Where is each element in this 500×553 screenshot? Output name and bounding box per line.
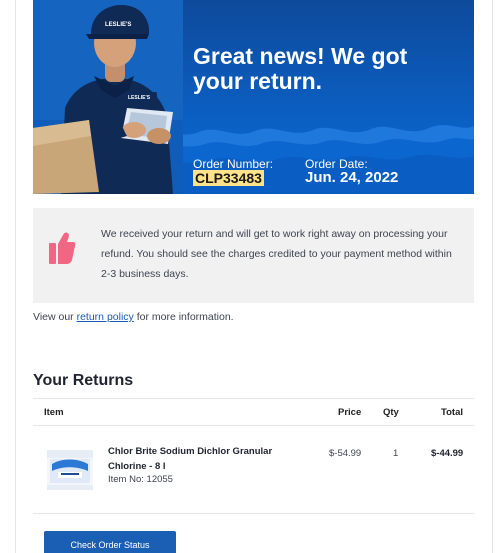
product-name: Chlor Brite Sodium Dichlor Granular Chlo… [108,446,273,472]
product-total: $-44.99 [431,448,464,459]
order-date: Jun. 24, 2022 [305,169,399,186]
employee-photo: LESLIE'S LESLIE'S [33,0,183,194]
column-header-total: Total [441,407,463,418]
policy-prefix: View our [33,311,77,323]
table-divider [33,425,474,426]
column-header-item: Item [44,407,64,418]
page-border-right [492,0,493,553]
policy-line: View our return policy for more informat… [33,311,234,323]
header-divider [33,398,474,399]
refund-notice: We received your return and will get to … [33,208,474,303]
policy-suffix: for more information. [133,311,234,323]
page-border-left [15,0,16,553]
hero-title: Great news! We got your return. [193,43,408,94]
returns-section-title: Your Returns [33,372,134,389]
email-page: LESLIE'S LESLIE'S Great news! We got you… [0,0,500,553]
product-item-number: Item No: 12055 [108,474,173,485]
refund-message: We received your return and will get to … [101,228,452,280]
return-policy-link[interactable]: return policy [77,311,134,323]
order-number-label: Order Number: [193,157,274,171]
product-image [47,450,93,490]
check-order-status-button[interactable]: Check Order Status [44,531,176,553]
row-divider [33,513,474,514]
product-qty: 1 [393,448,399,459]
hero-banner: LESLIE'S LESLIE'S Great news! We got you… [33,0,474,194]
order-number: CLP33483 [193,170,264,186]
shirt-logo-text: LESLIE'S [128,95,151,101]
product-price: $-54.99 [329,448,362,459]
thumbs-up-icon [49,232,76,264]
column-header-price: Price [338,407,362,418]
column-header-qty: Qty [383,407,399,418]
cap-logo-text: LESLIE'S [105,22,131,28]
